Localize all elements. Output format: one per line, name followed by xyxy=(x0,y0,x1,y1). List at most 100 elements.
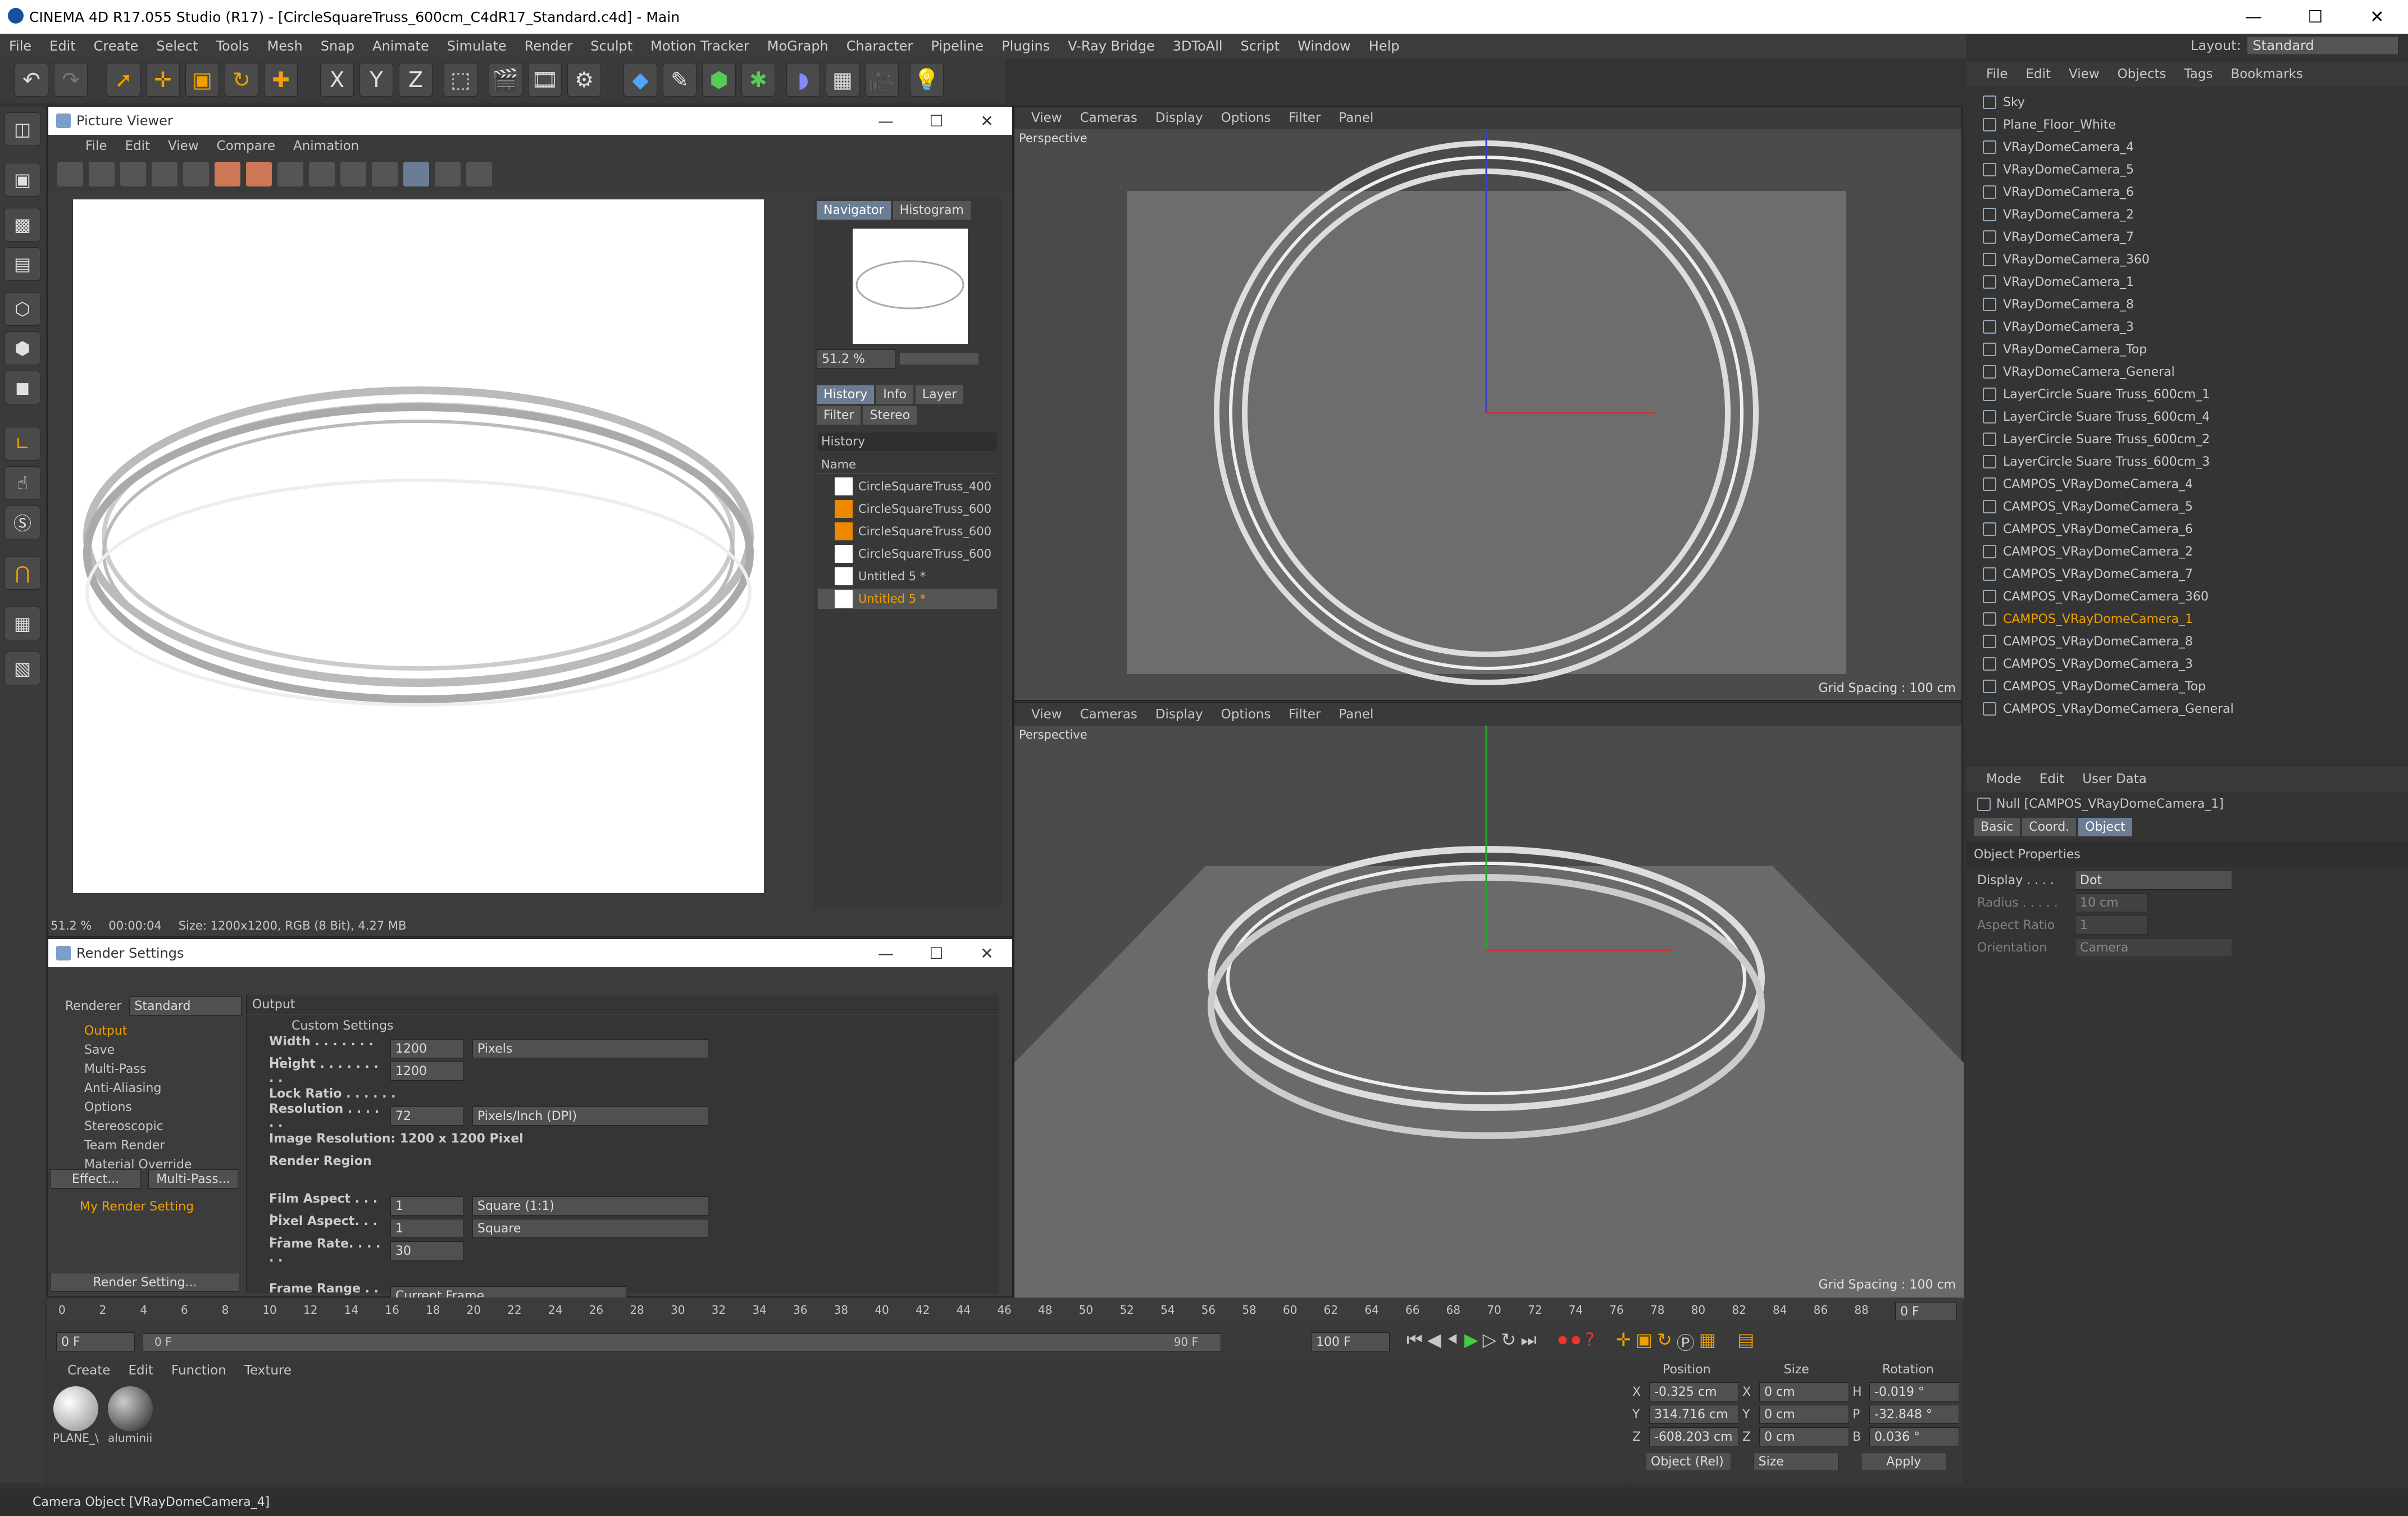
compare-a-icon[interactable] xyxy=(215,162,240,186)
main-menu-item[interactable]: Tools xyxy=(207,38,258,54)
width-val-field[interactable]: 1200 xyxy=(390,1039,463,1058)
object-row[interactable]: LayerCircle Suare Truss_600cm_4 xyxy=(1983,406,2376,428)
attr-tab-coord[interactable]: Coord. xyxy=(2022,818,2077,836)
main-menu-item[interactable]: Pipeline xyxy=(922,38,993,54)
mat-menu-item[interactable]: Function xyxy=(162,1363,235,1378)
pv-menu-item[interactable]: File xyxy=(76,139,116,153)
pen-spline-icon[interactable]: ✎ xyxy=(663,63,697,97)
mirror-icon[interactable] xyxy=(183,162,209,186)
viewport-top[interactable]: View Cameras Display Options Filter Panel Per… xyxy=(1013,106,1963,701)
attr-menu-item[interactable]: Edit xyxy=(2031,772,2074,786)
step-forward-icon[interactable]: ▷ xyxy=(1483,1329,1497,1355)
points-mode-icon[interactable]: ⬡ xyxy=(4,292,40,326)
object-row[interactable]: LayerCircle Suare Truss_600cm_3 xyxy=(1983,450,2376,473)
size-mode-dropdown[interactable]: Size xyxy=(1753,1452,1839,1471)
lock-workplane-icon[interactable]: ▦ xyxy=(4,607,40,640)
orientation-dropdown[interactable]: Camera xyxy=(2075,938,2232,957)
history-row[interactable]: Untitled 5 * xyxy=(818,566,997,586)
snap-icon[interactable]: Ⓢ xyxy=(4,506,40,539)
navigator-thumbnail[interactable] xyxy=(853,229,968,344)
object-row[interactable]: VRayDomeCamera_1 xyxy=(1983,271,2376,293)
text-a-icon[interactable] xyxy=(435,162,461,186)
main-menu-item[interactable]: Motion Tracker xyxy=(641,38,758,54)
go-to-end-icon[interactable]: ⏭ xyxy=(1521,1329,1537,1355)
rotate-key-icon[interactable]: ↻ xyxy=(1657,1329,1672,1355)
history-row[interactable]: Untitled 5 * xyxy=(818,589,997,609)
frame-range-slider[interactable]: 0 F 90 F xyxy=(143,1333,1221,1351)
y-axis-button[interactable]: Y xyxy=(359,63,393,97)
res-val-field[interactable]: 72 xyxy=(390,1107,463,1126)
object-row[interactable]: VRayDomeCamera_General xyxy=(1983,361,2376,383)
fit-icon[interactable] xyxy=(152,162,177,186)
custom-settings[interactable]: Custom Settings xyxy=(247,1014,999,1037)
x-axis-button[interactable]: X xyxy=(320,63,354,97)
multi-pass-button[interactable]: Multi-Pass... xyxy=(148,1169,238,1189)
tab-history[interactable]: History xyxy=(817,385,875,404)
size-y-field[interactable]: 0 cm xyxy=(1759,1405,1849,1424)
render-settings-item[interactable]: Stereoscopic xyxy=(56,1117,230,1136)
object-row[interactable]: VRayDomeCamera_2 xyxy=(1983,203,2376,226)
select-arrow-icon[interactable]: ➚ xyxy=(107,63,140,97)
pv-menu-item[interactable]: Compare xyxy=(208,139,284,153)
aspect-ratio-field[interactable]: 1 xyxy=(2075,916,2148,935)
magnet-icon[interactable]: ⋂ xyxy=(4,556,40,590)
layer-icon[interactable] xyxy=(403,162,429,186)
redo-icon[interactable]: ↷ xyxy=(54,63,88,97)
tab-histogram[interactable]: Histogram xyxy=(893,201,971,220)
light-icon[interactable]: 💡 xyxy=(910,63,944,97)
apply-button[interactable]: Apply xyxy=(1861,1452,1947,1471)
vp-top-menu-item[interactable]: Cameras xyxy=(1071,111,1146,125)
tab-filter[interactable]: Filter xyxy=(817,406,861,425)
mat-menu-item[interactable]: Edit xyxy=(119,1363,162,1378)
pv-close-button[interactable]: ✕ xyxy=(962,107,1012,135)
om-menu-item[interactable]: Objects xyxy=(2109,67,2175,81)
pv-minimize-button[interactable]: — xyxy=(861,107,911,135)
render-settings-item[interactable]: Save xyxy=(56,1040,230,1059)
pla-key-icon[interactable]: ▦ xyxy=(1699,1329,1716,1355)
om-menu-item[interactable]: File xyxy=(1977,67,2017,81)
om-menu-item[interactable]: Edit xyxy=(2017,67,2060,81)
rotation-b-field[interactable]: 0.036 ° xyxy=(1869,1427,1959,1446)
main-menu-item[interactable]: MoGraph xyxy=(758,38,837,54)
width-unit-dropdown[interactable]: Pixels xyxy=(472,1039,708,1058)
polygons-mode-icon[interactable]: ◼ xyxy=(4,371,40,404)
pv-menu-item[interactable]: Animation xyxy=(284,139,368,153)
grid-workplane-icon[interactable]: ▧ xyxy=(4,652,40,685)
vp-top-menu-item[interactable]: Filter xyxy=(1280,111,1330,125)
object-row[interactable]: CAMPOS_VRayDomeCamera_4 xyxy=(1983,473,2376,495)
camera-icon[interactable]: 🎥 xyxy=(865,63,899,97)
live-select-icon[interactable]: ✚ xyxy=(264,63,298,97)
timeline-end-frame[interactable]: 0 F xyxy=(1895,1302,1957,1321)
object-row[interactable]: CAMPOS_VRayDomeCamera_2 xyxy=(1983,540,2376,563)
object-row[interactable]: VRayDomeCamera_3 xyxy=(1983,316,2376,338)
main-menu-item[interactable]: Script xyxy=(1232,38,1289,54)
vp-top-menu-item[interactable]: Display xyxy=(1146,111,1212,125)
object-row[interactable]: CAMPOS_VRayDomeCamera_7 xyxy=(1983,563,2376,585)
subdivision-icon[interactable]: ⬢ xyxy=(702,63,736,97)
object-mode-icon[interactable]: ▣ xyxy=(4,163,40,197)
text-b-icon[interactable] xyxy=(466,162,492,186)
object-row[interactable]: CAMPOS_VRayDomeCamera_360 xyxy=(1983,585,2376,608)
material-item[interactable]: aluminii xyxy=(107,1386,153,1445)
pixel-unit-dropdown[interactable]: Square xyxy=(472,1219,708,1238)
move-key-icon[interactable]: ✛ xyxy=(1616,1329,1631,1355)
effect-button[interactable]: Effect... xyxy=(51,1169,140,1189)
object-row[interactable]: CAMPOS_VRayDomeCamera_General xyxy=(1983,698,2376,720)
history-row[interactable]: CircleSquareTruss_600 xyxy=(818,521,997,541)
split-icon[interactable] xyxy=(277,162,303,186)
pixel-val-field[interactable]: 1 xyxy=(390,1219,463,1238)
save-icon[interactable] xyxy=(89,162,115,186)
vp-top-menu-item[interactable]: Panel xyxy=(1330,111,1382,125)
main-menu-item[interactable]: Create xyxy=(85,38,148,54)
pv-status-zoom[interactable]: 51.2 % xyxy=(51,919,92,932)
display-dropdown[interactable]: Dot xyxy=(2075,871,2232,890)
tab-stereo[interactable]: Stereo xyxy=(863,406,917,425)
vp-bottom-menu-item[interactable]: View xyxy=(1022,707,1071,722)
max-frame-field[interactable]: 100 F xyxy=(1311,1332,1390,1351)
play-icon[interactable]: ▶ xyxy=(1464,1329,1478,1355)
coordinate-system-icon[interactable]: ⬚ xyxy=(444,63,477,97)
vp-bottom-menu-item[interactable]: Display xyxy=(1146,707,1212,722)
rotation-h-field[interactable]: -0.019 ° xyxy=(1869,1382,1959,1401)
render-picture-viewer-icon[interactable]: 🎞 xyxy=(528,63,562,97)
rs-maximize-button[interactable]: ☐ xyxy=(911,939,962,967)
